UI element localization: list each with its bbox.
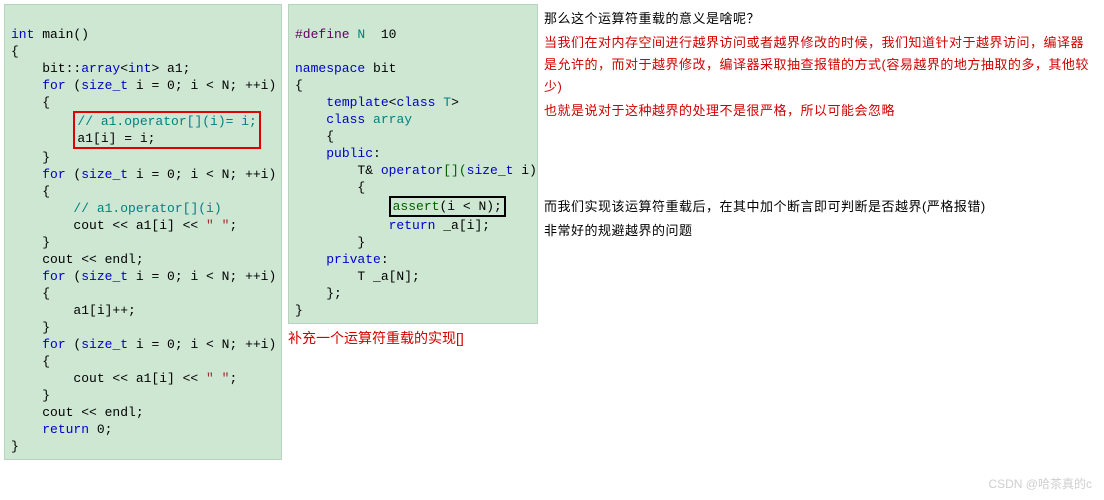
macro-define: #define (295, 27, 350, 42)
note-question: 那么这个运算符重载的意义是啥呢？ (544, 8, 1096, 30)
note-black-2: 而我们实现该运算符重载后，在其中加个断言即可判断是否越界(严格报错) (544, 196, 1096, 218)
note-red-1: 当我们在对内存空间进行越界访问或者越界修改的时候，我们知道针对于越界访问，编译器… (544, 32, 1096, 98)
code-caption: 补充一个运算符重载的实现[] (288, 328, 538, 348)
watermark: CSDN @哈茶真的c (988, 475, 1092, 492)
code-block-template: #define N 10 namespace bit { template<cl… (288, 4, 538, 324)
code-block-template-wrap: #define N 10 namespace bit { template<cl… (288, 4, 538, 348)
note-red-2: 也就是说对于这种越界的处理不是很严格，所以可能会忽略 (544, 100, 1096, 122)
highlight-red-box: // a1.operator[](i)= i; a1[i] = i; (73, 111, 260, 149)
code-block-main: int main() { bit::array<int> a1; for (si… (4, 4, 282, 460)
highlight-black-box: assert(i < N); (389, 196, 506, 217)
explanation-column: 那么这个运算符重载的意义是啥呢？ 当我们在对内存空间进行越界访问或者越界修改的时… (544, 4, 1096, 244)
kw-int: int (11, 27, 34, 42)
content-row: int main() { bit::array<int> a1; for (si… (4, 4, 1100, 460)
spacer (544, 124, 1096, 194)
note-black-3: 非常好的规避越界的问题 (544, 220, 1096, 242)
